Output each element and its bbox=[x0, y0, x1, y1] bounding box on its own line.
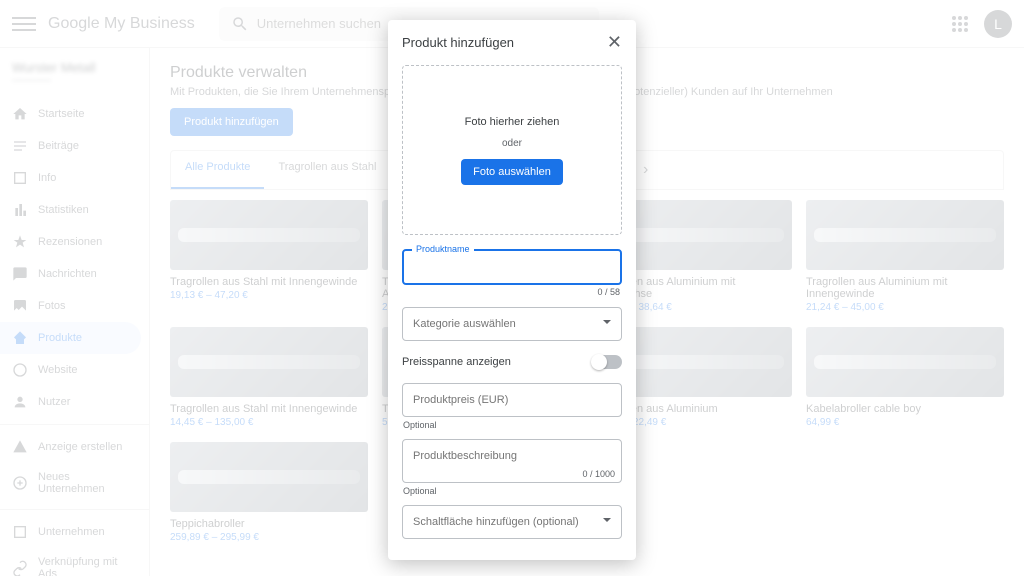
price-field[interactable]: Optional bbox=[402, 383, 622, 417]
product-name-field[interactable]: Produktname 0 / 58 bbox=[402, 249, 622, 285]
description-optional: Optional bbox=[403, 486, 437, 496]
modal-title: Produkt hinzufügen bbox=[402, 35, 514, 50]
price-range-label: Preisspanne anzeigen bbox=[402, 356, 511, 368]
button-select-input[interactable] bbox=[403, 506, 621, 538]
add-product-modal: Produkt hinzufügen ✕ Foto hierher ziehen… bbox=[388, 20, 636, 560]
description-counter: 0 / 1000 bbox=[582, 469, 615, 479]
select-photo-button[interactable]: Foto auswählen bbox=[461, 159, 563, 185]
price-range-toggle-row: Preisspanne anzeigen bbox=[402, 355, 622, 369]
photo-dropzone[interactable]: Foto hierher ziehen oder Foto auswählen bbox=[402, 65, 622, 235]
button-select[interactable] bbox=[402, 505, 622, 539]
product-name-input[interactable] bbox=[404, 251, 620, 283]
name-counter: 0 / 58 bbox=[597, 287, 620, 297]
description-field[interactable]: 0 / 1000 Optional bbox=[402, 439, 622, 483]
price-input[interactable] bbox=[403, 384, 621, 416]
price-optional: Optional bbox=[403, 420, 437, 430]
category-input[interactable] bbox=[403, 308, 621, 340]
dropzone-or: oder bbox=[502, 138, 522, 149]
chevron-down-icon bbox=[603, 320, 611, 328]
chevron-down-icon bbox=[603, 518, 611, 526]
price-range-toggle[interactable] bbox=[592, 355, 622, 369]
close-icon[interactable]: ✕ bbox=[607, 32, 622, 53]
category-select[interactable] bbox=[402, 307, 622, 341]
dropzone-text: Foto hierher ziehen bbox=[465, 116, 560, 128]
product-name-label: Produktname bbox=[412, 244, 474, 254]
